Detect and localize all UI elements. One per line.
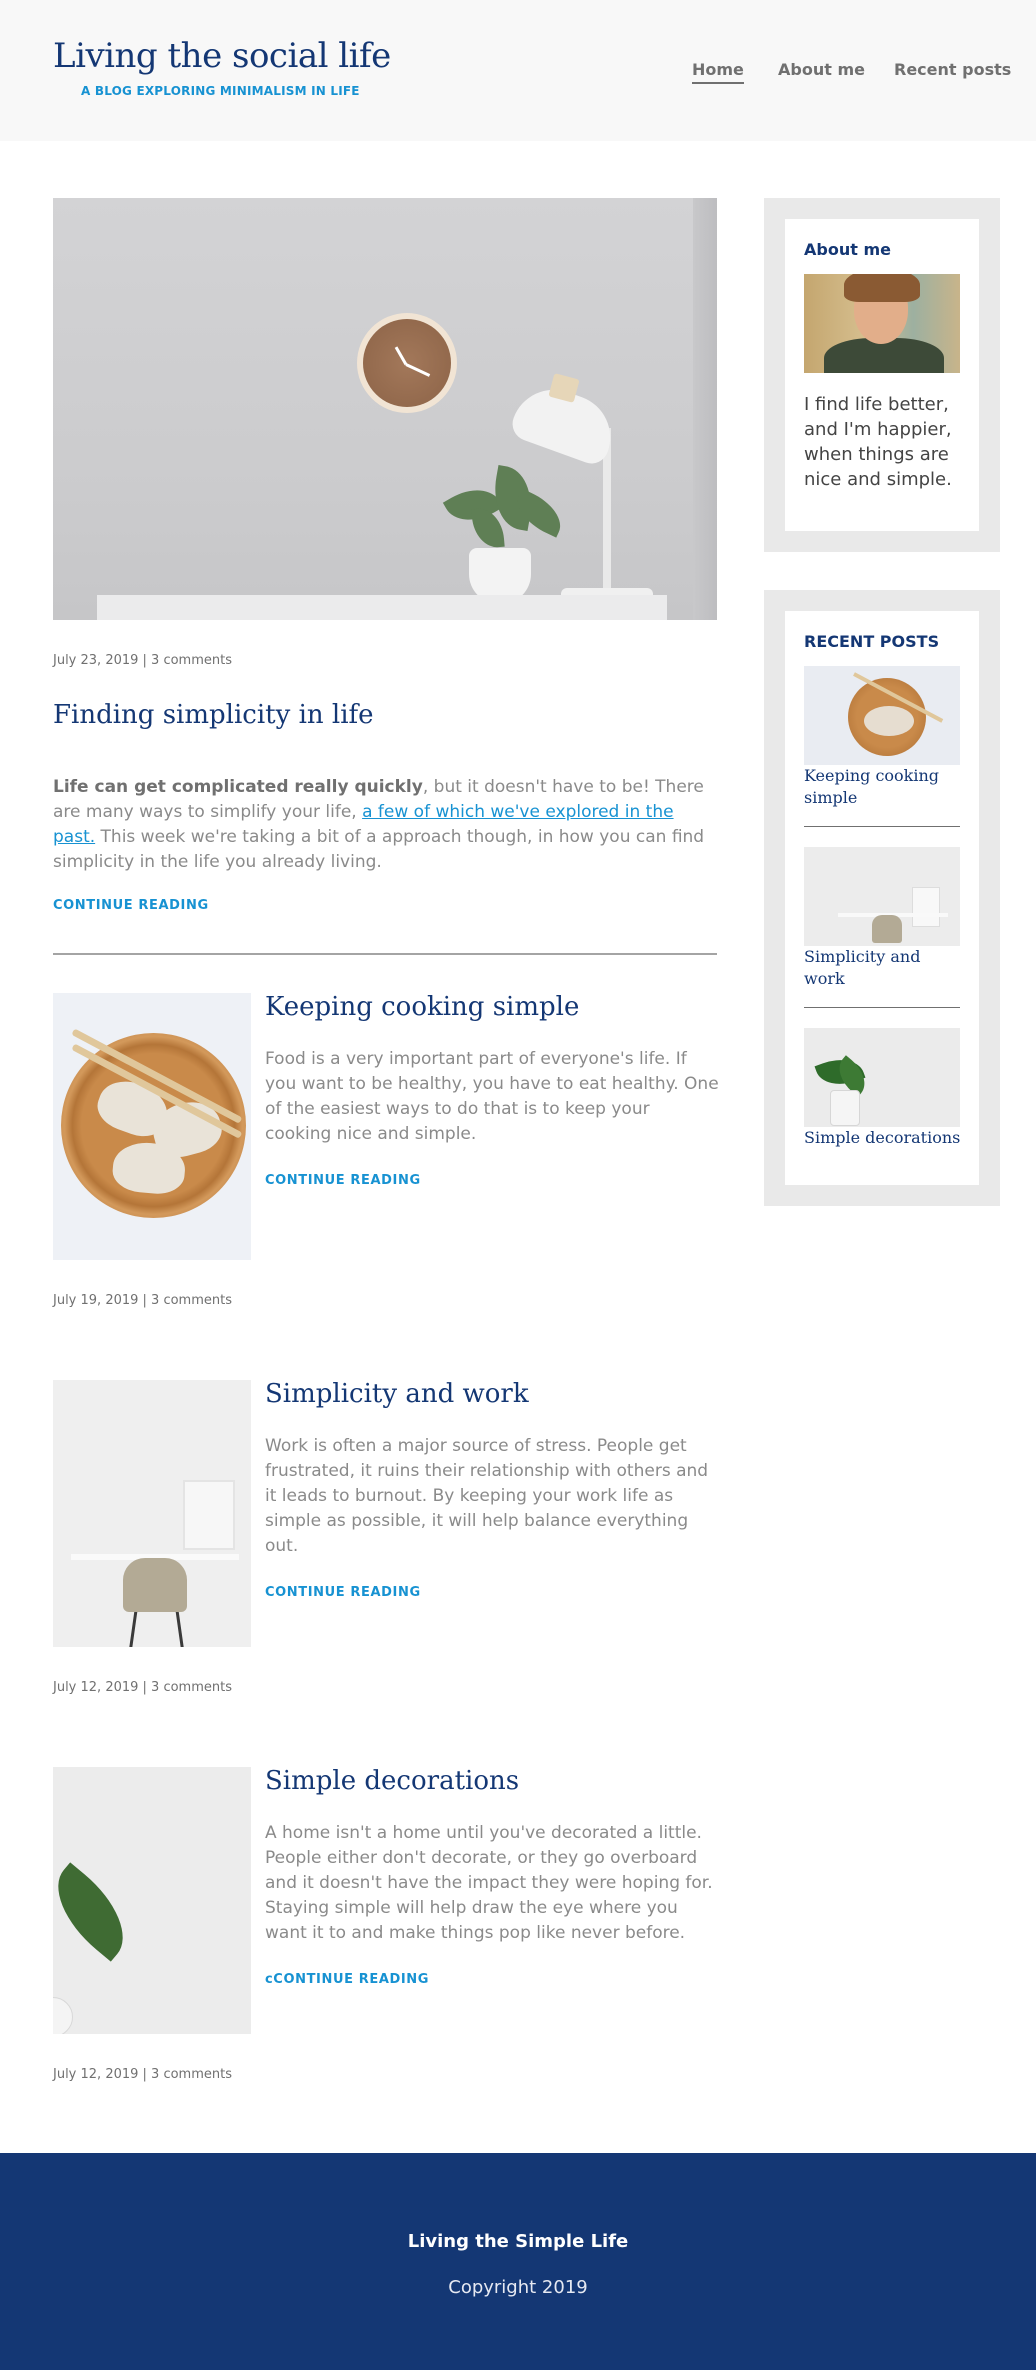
site-header: Living the social life A BLOG EXPLORING … bbox=[0, 0, 1036, 141]
recent-post-divider bbox=[804, 1007, 960, 1008]
glass-vase bbox=[53, 1997, 73, 2034]
post-continue-reading-link[interactable]: CONTINUE READING bbox=[265, 1585, 421, 1600]
featured-continue-reading-link[interactable]: CONTINUE READING bbox=[53, 898, 209, 913]
site-footer: Living the Simple Life Copyright 2019 bbox=[0, 2153, 1036, 2370]
picture-frame bbox=[183, 1480, 235, 1550]
chair bbox=[872, 915, 902, 943]
footer-copyright: Copyright 2019 bbox=[448, 2277, 588, 2298]
featured-post-meta: July 23, 2019 | 3 comments bbox=[53, 653, 232, 668]
plant-leaf bbox=[53, 1862, 143, 1962]
site-title[interactable]: Living the social life bbox=[53, 36, 391, 76]
recent-post-divider bbox=[804, 826, 960, 827]
featured-post-excerpt: Life can get complicated really quickly,… bbox=[53, 775, 717, 875]
post-thumbnail-cooking[interactable] bbox=[53, 993, 251, 1260]
post-meta: July 12, 2019 | 3 comments bbox=[53, 1680, 232, 1695]
recent-post-link[interactable]: Simplicity and work bbox=[804, 946, 964, 990]
post-excerpt: A home isn't a home until you've decorat… bbox=[265, 1823, 713, 1943]
desk-surface bbox=[97, 595, 667, 620]
dumpling bbox=[864, 706, 914, 736]
picture-frame bbox=[912, 887, 940, 927]
featured-post-image[interactable] bbox=[53, 198, 717, 620]
avatar-hair bbox=[844, 274, 920, 302]
site-subtitle: A BLOG EXPLORING MINIMALISM IN LIFE bbox=[81, 84, 360, 98]
nav-item-about-me[interactable]: About me bbox=[778, 60, 865, 79]
excerpt-text: This week we're taking a bit of a approa… bbox=[53, 827, 705, 872]
recent-post-thumbnail-work[interactable] bbox=[804, 847, 960, 946]
wall-edge bbox=[693, 198, 717, 620]
sidebar-about-text: I find life better, and I'm happier, whe… bbox=[804, 394, 952, 490]
post-title[interactable]: Simplicity and work bbox=[265, 1379, 529, 1409]
post-meta: July 19, 2019 | 3 comments bbox=[53, 1293, 232, 1308]
post-thumbnail-decorations[interactable] bbox=[53, 1767, 251, 2034]
recent-post-link[interactable]: Simple decorations bbox=[804, 1127, 964, 1149]
nav-item-home[interactable]: Home bbox=[692, 60, 744, 84]
post-continue-reading-link[interactable]: cCONTINUE READING bbox=[265, 1972, 429, 1987]
footer-title: Living the Simple Life bbox=[407, 2231, 629, 2252]
recent-post-link[interactable]: Keeping cooking simple bbox=[804, 765, 964, 809]
clock-hour-hand bbox=[394, 346, 408, 366]
clock-minute-hand bbox=[405, 363, 431, 377]
post-thumbnail-work[interactable] bbox=[53, 1380, 251, 1647]
post-meta: July 12, 2019 | 3 comments bbox=[53, 2067, 232, 2082]
featured-post-title[interactable]: Finding simplicity in life bbox=[53, 700, 374, 730]
post-title[interactable]: Simple decorations bbox=[265, 1766, 519, 1796]
recent-post-thumbnail-cooking[interactable] bbox=[804, 666, 960, 765]
post-excerpt: Food is a very important part of everyon… bbox=[265, 1049, 719, 1144]
post-title[interactable]: Keeping cooking simple bbox=[265, 992, 579, 1022]
sidebar-about-heading: About me bbox=[804, 240, 891, 259]
clock-face bbox=[363, 319, 451, 407]
post-continue-reading-link[interactable]: CONTINUE READING bbox=[265, 1173, 421, 1188]
nav-item-recent-posts[interactable]: Recent posts bbox=[894, 60, 1011, 79]
avatar bbox=[804, 274, 960, 373]
excerpt-bold-text: Life can get complicated really quickly bbox=[53, 777, 423, 797]
sidebar-recent-posts-heading: RECENT POSTS bbox=[804, 632, 940, 651]
clock-illustration bbox=[357, 313, 457, 413]
post-excerpt: Work is often a major source of stress. … bbox=[265, 1436, 709, 1556]
chair bbox=[123, 1558, 187, 1612]
recent-post-thumbnail-decorations[interactable] bbox=[804, 1028, 960, 1127]
post-divider bbox=[53, 953, 717, 955]
glass-vase bbox=[830, 1090, 860, 1126]
